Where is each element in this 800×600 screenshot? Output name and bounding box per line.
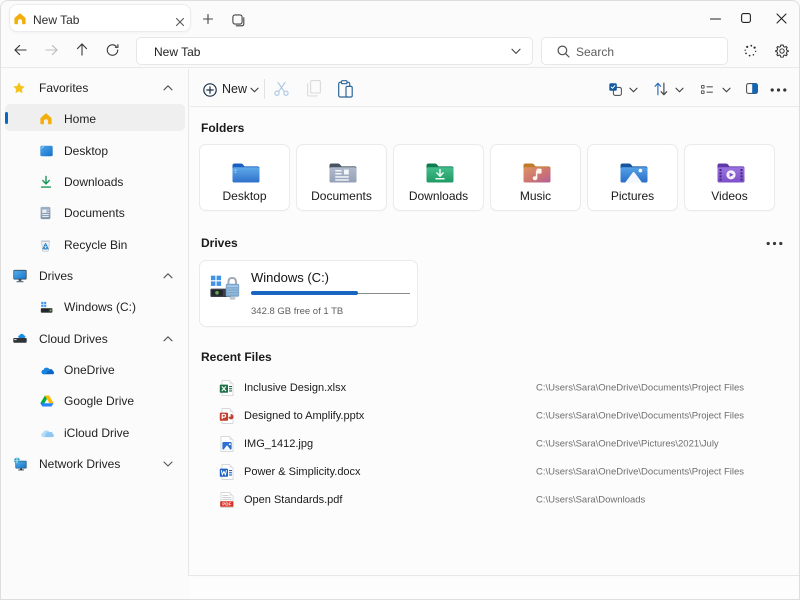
svg-text:PDF: PDF: [222, 501, 231, 506]
